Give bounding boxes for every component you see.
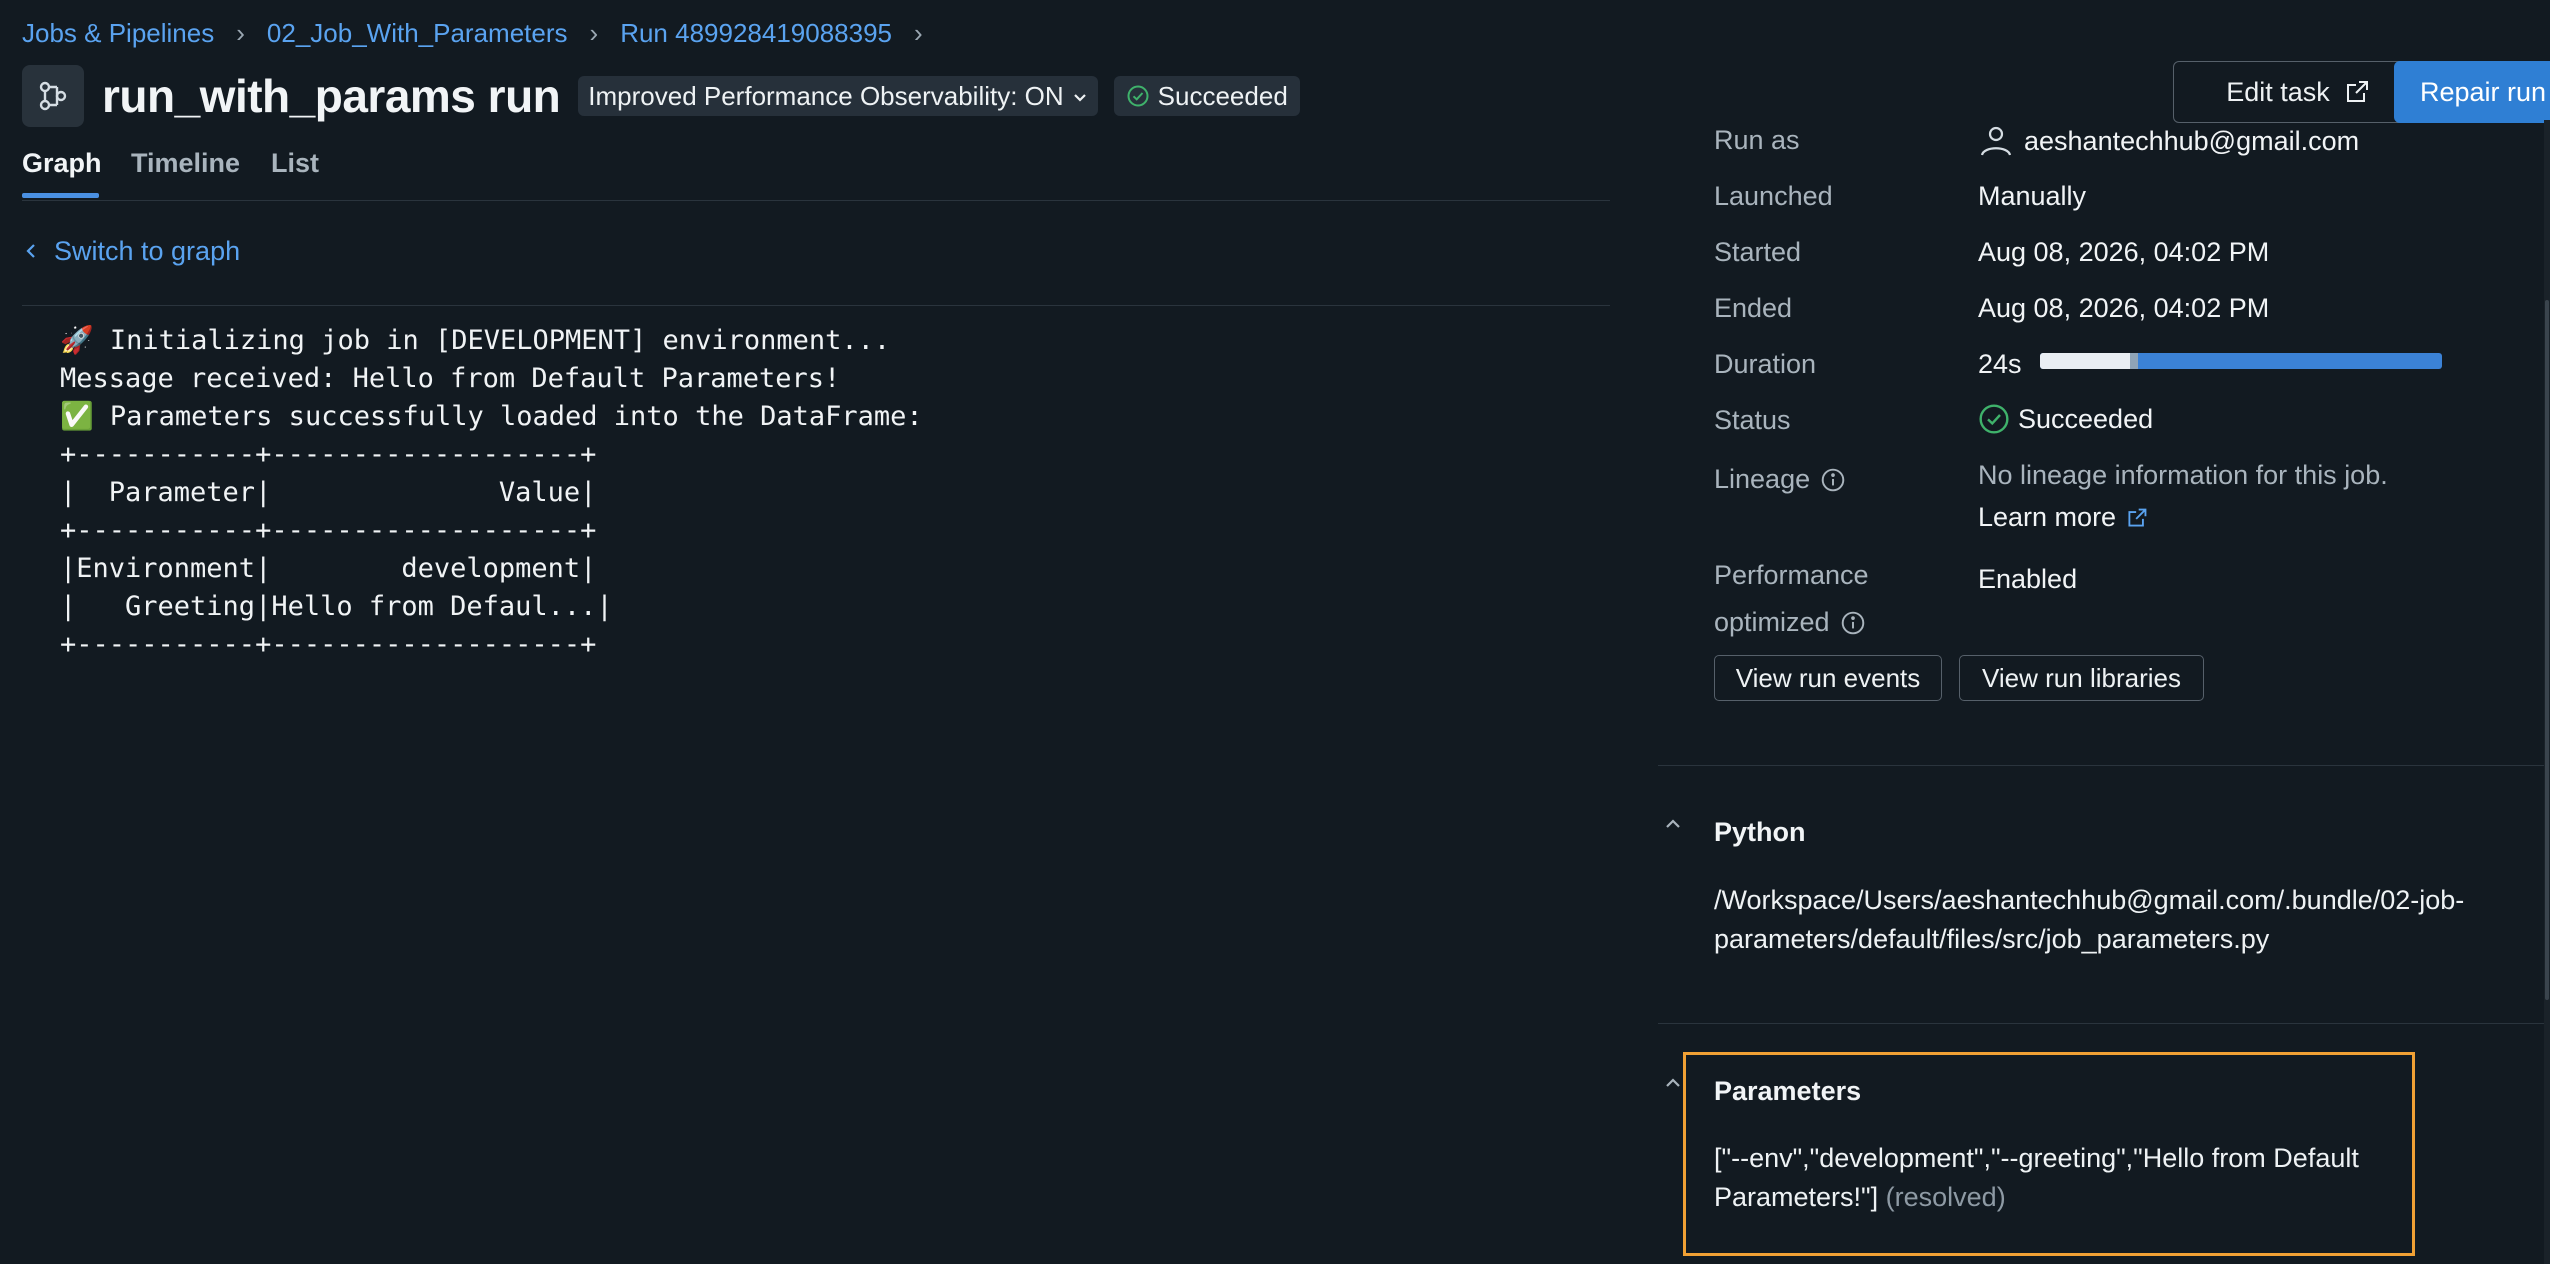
chevron-down-icon: [1072, 81, 1088, 112]
divider: [22, 305, 1610, 306]
output-line: 🚀 Initializing job in [DEVELOPMENT] envi…: [60, 325, 891, 356]
output-line: |Environment| development|: [60, 553, 597, 584]
observability-dropdown[interactable]: Improved Performance Observability: ON: [578, 76, 1098, 116]
chevron-right-icon: ›: [236, 17, 245, 48]
observability-label: Improved Performance Observability: ON: [588, 80, 1064, 111]
output-line: +-----------+-------------------+: [60, 515, 597, 546]
info-icon[interactable]: [1820, 467, 1846, 493]
chevron-up-icon[interactable]: [1664, 1076, 1682, 1095]
status-value-label: Succeeded: [2018, 403, 2154, 434]
python-path-line: parameters/default/files/src/job_paramet…: [1714, 924, 2270, 954]
chevron-right-icon: ›: [589, 17, 599, 48]
scrollbar-thumb[interactable]: [2545, 300, 2549, 1000]
breadcrumb-run-id[interactable]: Run 489928419088395: [620, 18, 892, 49]
tab-list[interactable]: List: [271, 148, 319, 179]
learn-more-link[interactable]: Learn more: [1978, 502, 2148, 533]
lineage-label: Lineage: [1714, 464, 1811, 494]
title-row: run_with_params run Improved Performance…: [22, 64, 1300, 128]
parameters-value-line: Parameters!"] (resolved): [1714, 1178, 2494, 1217]
job-workflow-icon: [22, 65, 84, 127]
check-circle-icon: [1127, 85, 1149, 107]
duration-label: Duration: [1714, 349, 1817, 379]
external-link-icon: [2346, 81, 2368, 102]
chevron-left-icon: [24, 236, 38, 267]
info-icon[interactable]: [1840, 610, 1866, 636]
tab-timeline[interactable]: Timeline: [131, 148, 240, 179]
ended-label: Ended: [1714, 293, 1793, 323]
repair-run-label: Repair run: [2420, 76, 2547, 107]
parameters-value: ["--env","development","--greeting","Hel…: [1714, 1139, 2494, 1217]
python-section-title[interactable]: Python: [1714, 817, 1806, 848]
resolved-tag: (resolved): [1885, 1182, 2006, 1212]
status-label: Status: [1714, 405, 1791, 435]
run-as-label: Run as: [1714, 125, 1800, 155]
parameters-value-line: ["--env","development","--greeting","Hel…: [1714, 1143, 2359, 1173]
run-as-email: aeshantechhub@gmail.com: [2024, 125, 2360, 156]
python-path-line: /Workspace/Users/aeshantechhub@gmail.com…: [1714, 885, 2465, 915]
view-run-events-button[interactable]: View run events: [1714, 655, 1942, 701]
performance-label: Performance: [1714, 560, 1869, 590]
tab-graph[interactable]: Graph: [22, 148, 102, 179]
duration-bar-segment-setup: [2040, 353, 2130, 369]
duration-value: 24s: [1978, 349, 2022, 379]
launched-value: Manually: [1978, 181, 2087, 211]
user-icon: [1980, 126, 2012, 156]
output-line: Message received: Hello from Default Par…: [60, 363, 841, 394]
active-tab-indicator: [22, 193, 99, 198]
output-line: +-----------+-------------------+: [60, 629, 597, 660]
breadcrumb-job-name[interactable]: 02_Job_With_Parameters: [267, 18, 568, 49]
view-run-libraries-button[interactable]: View run libraries: [1959, 655, 2204, 701]
lineage-label-row: Lineage: [1714, 464, 1846, 495]
status-value: Succeeded: [1978, 403, 2153, 435]
ended-value: Aug 08, 2026, 04:02 PM: [1978, 293, 2270, 323]
lineage-value: No lineage information for this job.: [1978, 460, 2388, 490]
duration-bar[interactable]: [2040, 353, 2442, 369]
output-line: | Greeting|Hello from Defaul...|: [60, 591, 613, 622]
status-badge: Succeeded: [1113, 76, 1300, 116]
output-line: +-----------+-------------------+: [60, 439, 597, 470]
divider: [1658, 765, 2544, 766]
optimized-label: optimized: [1714, 607, 1830, 637]
view-tabs: Graph Timeline List: [22, 142, 1610, 201]
optimized-label-row: optimized: [1714, 607, 1866, 638]
run-output: 🚀 Initializing job in [DEVELOPMENT] envi…: [60, 322, 923, 664]
chevron-right-icon: ›: [914, 17, 923, 48]
status-badge-label: Succeeded: [1157, 80, 1288, 111]
started-label: Started: [1714, 237, 1802, 267]
started-value: Aug 08, 2026, 04:02 PM: [1978, 237, 2270, 267]
view-run-libraries-label: View run libraries: [1982, 662, 2181, 693]
page-title: run_with_params run: [102, 70, 561, 122]
performance-value: Enabled: [1978, 564, 2078, 594]
view-run-events-label: View run events: [1735, 662, 1921, 693]
divider: [1658, 1023, 2544, 1024]
python-file-path: /Workspace/Users/aeshantechhub@gmail.com…: [1714, 881, 2494, 959]
breadcrumb: Jobs & Pipelines › 02_Job_With_Parameter…: [22, 16, 945, 50]
learn-more-label: Learn more: [1978, 502, 2117, 532]
switch-to-graph-label: Switch to graph: [54, 236, 241, 266]
duration-bar-segment-queue: [2130, 353, 2138, 369]
edit-task-button[interactable]: Edit task: [2173, 61, 2423, 123]
switch-to-graph-link[interactable]: Switch to graph: [24, 236, 240, 267]
repair-run-button[interactable]: Repair run: [2394, 61, 2550, 123]
edit-task-label: Edit task: [2226, 76, 2330, 107]
chevron-up-icon[interactable]: [1664, 817, 1682, 836]
parameters-value-text: Parameters!"]: [1714, 1182, 1879, 1212]
check-circle-icon: [1979, 404, 2009, 434]
external-link-icon: [2128, 508, 2147, 527]
output-line: | Parameter| Value|: [60, 477, 597, 508]
run-as-value: aeshantechhub@gmail.com: [1978, 125, 2359, 157]
launched-label: Launched: [1714, 181, 1833, 211]
output-line: ✅ Parameters successfully loaded into th…: [60, 401, 923, 432]
breadcrumb-jobs-pipelines[interactable]: Jobs & Pipelines: [22, 18, 214, 49]
parameters-section-title[interactable]: Parameters: [1714, 1076, 1861, 1107]
